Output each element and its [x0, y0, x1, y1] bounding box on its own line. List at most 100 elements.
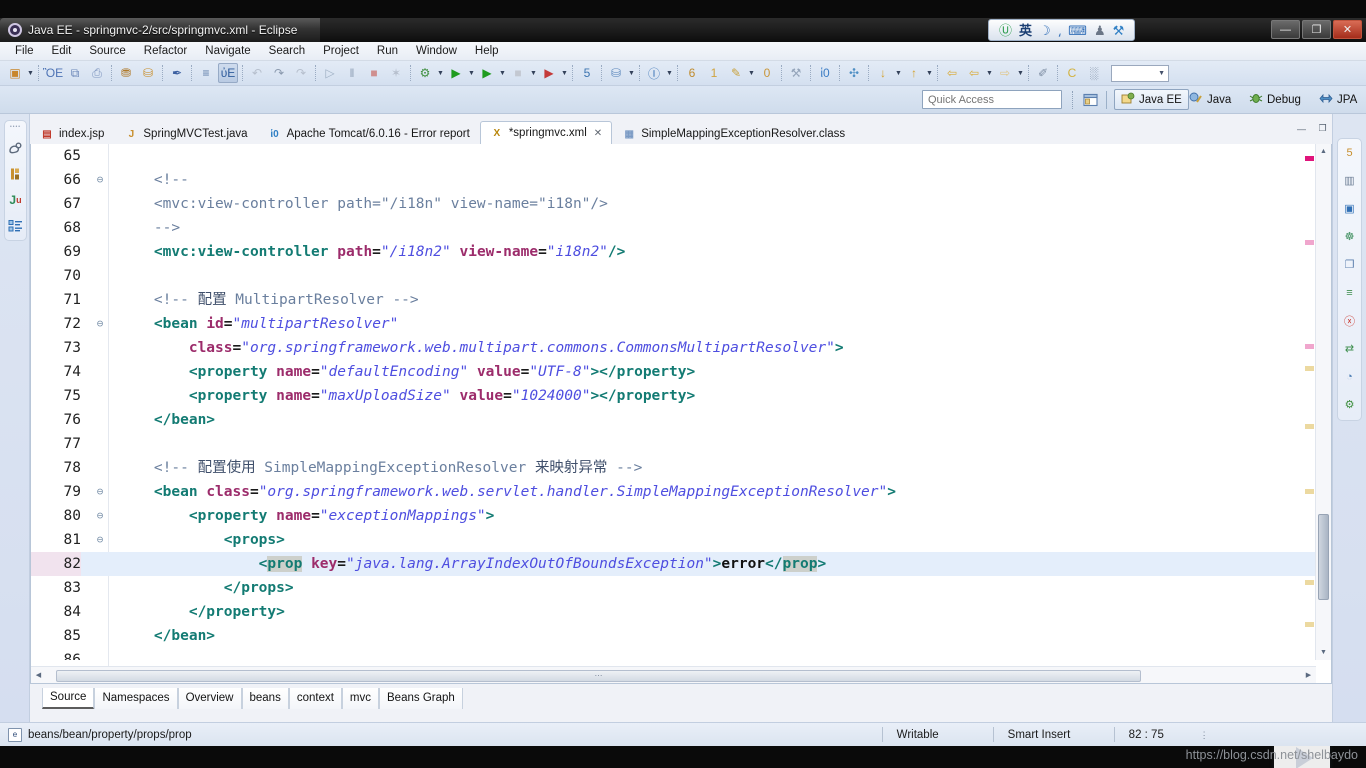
chevron-down-icon[interactable]: ▼ — [925, 70, 934, 77]
soft-keyboard-icon[interactable]: ⌨ — [1068, 24, 1087, 37]
scroll-down-arrow[interactable]: ▼ — [1316, 645, 1331, 660]
editor-maximize-button[interactable]: ❐ — [1315, 122, 1330, 135]
open-type-icon[interactable]: ≡ — [196, 63, 216, 83]
code-line[interactable]: 69 <mvc:view-controller path="/i18n2" vi… — [31, 240, 1316, 264]
import-icon[interactable]: ⛁ — [138, 63, 158, 83]
chevron-down-icon[interactable]: ▼ — [467, 70, 476, 77]
snippets-view-icon[interactable]: ☸ — [1341, 228, 1359, 245]
overview-mark[interactable] — [1305, 580, 1314, 585]
terminate-icon[interactable]: ■ — [364, 63, 384, 83]
chevron-down-icon[interactable]: ▼ — [498, 70, 507, 77]
data-source-explorer-icon[interactable]: ❐ — [1341, 256, 1359, 273]
perspective-java-ee[interactable]: Java EE — [1114, 89, 1189, 110]
search-type-icon[interactable]: ὐE — [218, 63, 238, 83]
menu-source[interactable]: Source — [80, 43, 134, 59]
external-tools-stop-icon[interactable]: ■ — [508, 63, 528, 83]
form-tab-mvc[interactable]: mvc — [342, 688, 379, 709]
new-wizard-icon[interactable]: ▣ — [5, 63, 25, 83]
new-connection-icon[interactable]: Ⓘ — [644, 63, 664, 83]
code-line[interactable]: 65 — [31, 144, 1316, 168]
maximize-button[interactable]: ❐ — [1302, 20, 1331, 39]
code-line[interactable]: 68 --> — [31, 216, 1316, 240]
menu-help[interactable]: Help — [466, 43, 508, 59]
fold-toggle-icon[interactable]: ⊖ — [93, 528, 107, 552]
code-line[interactable]: 85 </bean> — [31, 624, 1316, 648]
wrench-icon[interactable]: ⚒ — [1113, 24, 1125, 37]
toolbar-combo[interactable]: ▼ — [1111, 65, 1169, 82]
code-line[interactable]: 71 <!-- 配置 MultipartResolver --> — [31, 288, 1316, 312]
debug-rail-icon[interactable]: ⚙ — [1341, 396, 1359, 413]
print-icon[interactable]: ⎙ — [87, 63, 107, 83]
new-package-icon[interactable]: ὎6 — [682, 63, 702, 83]
editor-tab-1[interactable]: J SpringMVCTest.java — [114, 123, 257, 144]
open-perspective-icon[interactable] — [1080, 90, 1100, 109]
menu-refactor[interactable]: Refactor — [135, 43, 196, 59]
last-edit-location-icon[interactable]: ⇦ — [964, 63, 984, 83]
task-list-icon[interactable]: ≡ — [1341, 284, 1359, 301]
menu-run[interactable]: Run — [368, 43, 407, 59]
open-web-browser-icon[interactable]: ἱ0 — [815, 63, 835, 83]
menu-navigate[interactable]: Navigate — [196, 43, 259, 59]
editor-vertical-scrollbar[interactable]: ▲ ▼ — [1315, 144, 1331, 660]
menu-window[interactable]: Window — [407, 43, 466, 59]
fold-toggle-icon[interactable]: ⊖ — [93, 168, 107, 192]
back-icon[interactable]: ⇦ — [942, 63, 962, 83]
forward-nav-icon[interactable]: ⇨ — [995, 63, 1015, 83]
editor-minimize-button[interactable]: — — [1294, 122, 1309, 135]
servers-view-icon[interactable]: ὚5 — [1341, 144, 1359, 161]
menu-search[interactable]: Search — [260, 43, 314, 59]
sync-view-icon[interactable]: ⇄ — [1341, 340, 1359, 357]
code-line[interactable]: 67 <mvc:view-controller path="/i18n" vie… — [31, 192, 1316, 216]
code-line[interactable]: 83 </props> — [31, 576, 1316, 600]
source-code-view[interactable]: 65 66 ⊖ <!-- 67 <mvc:view-controller path="… — [31, 144, 1316, 660]
ime-toolbar[interactable]: Ⓤ 英 ☽ ⸲ ⌨ ♟ ⚒ — [988, 19, 1135, 41]
overview-mark[interactable] — [1305, 240, 1314, 245]
chevron-down-icon[interactable]: ▼ — [627, 70, 636, 77]
open-folder-icon[interactable]: ὜1 — [704, 63, 724, 83]
scroll-up-arrow[interactable]: ▲ — [1316, 144, 1331, 159]
code-line-current[interactable]: 82 <prop key="java.lang.ArrayIndexOutOfB… — [31, 552, 1316, 576]
code-line[interactable]: 73 class="org.springframework.web.multip… — [31, 336, 1316, 360]
overview-mark[interactable] — [1305, 366, 1314, 371]
overview-mark[interactable] — [1305, 344, 1314, 349]
code-line[interactable]: 76 </bean> — [31, 408, 1316, 432]
previous-annotation-icon[interactable]: ↑ — [904, 63, 924, 83]
new-ejb-icon[interactable]: ⛁ — [606, 63, 626, 83]
export-icon[interactable]: ⛃ — [116, 63, 136, 83]
editor-horizontal-scrollbar[interactable]: ◀ ⋯ ▶ — [31, 666, 1316, 683]
redo-icon[interactable]: ↷ — [269, 63, 289, 83]
user-icon[interactable]: ♟ — [1094, 24, 1106, 37]
fold-toggle-icon[interactable]: ⊖ — [93, 480, 107, 504]
perspective-jpa[interactable]: JPA — [1313, 89, 1363, 110]
code-line[interactable]: 74 <property name="defaultEncoding" valu… — [31, 360, 1316, 384]
horizontal-scroll-track[interactable]: ⋯ — [46, 669, 1301, 682]
code-line[interactable]: 75 <property name="maxUploadSize" value=… — [31, 384, 1316, 408]
horizontal-scroll-thumb[interactable]: ⋯ — [56, 670, 1141, 682]
form-tab-context[interactable]: context — [289, 688, 342, 709]
new-class-icon[interactable]: ✎ — [726, 63, 746, 83]
sogou-logo-icon[interactable]: Ⓤ — [999, 24, 1012, 37]
save-all-icon[interactable]: ⧉ — [65, 63, 85, 83]
code-line[interactable]: 66 ⊖ <!-- — [31, 168, 1316, 192]
next-annotation-icon[interactable]: ↓ — [873, 63, 893, 83]
overview-mark[interactable] — [1305, 489, 1314, 494]
chinese-mode-icon[interactable]: 英 — [1019, 24, 1032, 37]
chevron-down-icon[interactable]: ▼ — [665, 70, 674, 77]
forward-icon[interactable]: ↷ — [291, 63, 311, 83]
perspective-debug[interactable]: Debug — [1243, 89, 1307, 110]
menu-file[interactable]: File — [6, 43, 43, 59]
code-line[interactable]: 78 <!-- 配置使用 SimpleMappingExceptionResol… — [31, 456, 1316, 480]
overview-mark[interactable] — [1305, 622, 1314, 627]
scroll-right-arrow[interactable]: ▶ — [1301, 671, 1316, 679]
perspective-java[interactable]: Java — [1183, 89, 1237, 110]
fold-toggle-icon[interactable]: ⊖ — [93, 504, 107, 528]
editor-tab-0[interactable]: ▤ index.jsp — [30, 123, 114, 144]
menu-project[interactable]: Project — [314, 43, 368, 59]
code-line[interactable]: 79 ⊖ <bean class="org.springframework.web… — [31, 480, 1316, 504]
show-whitespace-icon[interactable]: ░ — [1084, 63, 1104, 83]
code-line[interactable]: 84 </property> — [31, 600, 1316, 624]
editor-tab-4[interactable]: ▦ SimpleMappingExceptionResolver.class — [612, 123, 855, 144]
undo-icon[interactable]: ↶ — [247, 63, 267, 83]
form-tab-beans[interactable]: beans — [242, 688, 289, 709]
quick-access-input[interactable] — [922, 90, 1062, 109]
